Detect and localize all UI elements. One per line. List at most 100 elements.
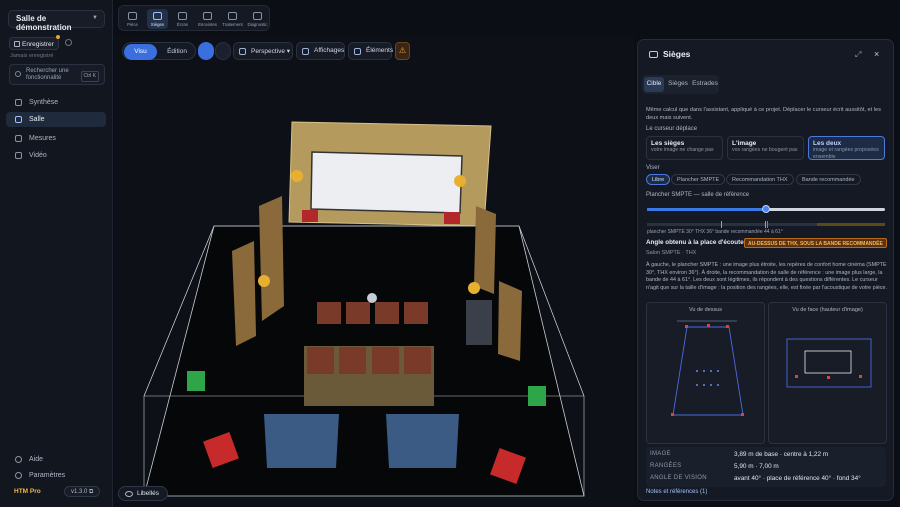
tool-traitement[interactable]: Traitement	[222, 9, 243, 29]
target-thx[interactable]: Recommandation THX	[726, 174, 794, 185]
choice-title: Les deux	[813, 140, 842, 147]
mode-toggle: Visu Édition	[122, 42, 196, 60]
version-text: v1.3.0	[71, 489, 88, 495]
chart-icon	[15, 135, 22, 142]
room-outline	[672, 326, 744, 416]
top-view-diagram: Vu de dessus	[646, 302, 765, 444]
nav-salle[interactable]: Salle	[6, 112, 106, 127]
nav-video[interactable]: Vidéo	[6, 148, 106, 163]
save-button[interactable]: Enregistrer	[9, 37, 59, 50]
angle-result: Angle obtenu à la place d'écoute : 40°	[646, 239, 759, 246]
nav-synthese[interactable]: Synthèse	[6, 95, 106, 110]
close-icon[interactable]: ×	[874, 49, 879, 59]
gear-icon	[15, 472, 22, 479]
measure-point	[454, 175, 466, 187]
target-text: Recommandation THX	[732, 177, 788, 183]
speaker-front-left	[302, 210, 318, 222]
cursor-label: Le curseur déplace	[646, 126, 698, 132]
side-panel-right-2	[498, 281, 522, 361]
target-text: Plancher SMPTE	[677, 177, 720, 183]
save-status: Jamais enregistré	[10, 53, 54, 59]
choice-title: Les sièges	[651, 140, 685, 147]
seat-icon	[153, 12, 162, 20]
tab-estrades[interactable]: Estrades	[692, 77, 718, 92]
choice-both[interactable]: Les deux image et rangées proposées ensem…	[808, 136, 885, 160]
labels-toggle-button[interactable]: Libellés	[118, 486, 169, 501]
perspective-dropdown[interactable]: Perspective ▾	[233, 42, 293, 60]
nav-mesures[interactable]: Mesures	[6, 131, 106, 146]
mode-edit-button[interactable]: Édition	[159, 44, 195, 60]
seats-panel: Sièges ⤢ × Cible Sièges Estrades Même ca…	[637, 39, 894, 501]
elements-label: Éléments	[366, 47, 394, 54]
explanation-text: À gauche, le plancher SMPTE : une image …	[646, 262, 888, 291]
expand-icon[interactable]: ⤢	[855, 50, 861, 60]
target-smpte[interactable]: Plancher SMPTE	[671, 174, 726, 185]
nav-help[interactable]: Aide	[6, 452, 106, 467]
tool-sieges[interactable]: Sièges	[147, 9, 168, 29]
mode-visu-button[interactable]: Visu	[124, 44, 157, 60]
room-scene[interactable]	[114, 36, 634, 507]
search-input[interactable]: Rechercher une fonctionnalité Ctrl K	[9, 64, 105, 85]
speaker-icon	[203, 12, 212, 20]
target-libre[interactable]: Libre	[646, 174, 671, 185]
screen-icon	[178, 12, 187, 20]
tool-label: Traitement	[222, 22, 243, 27]
wall-outline	[786, 338, 872, 388]
side-panel-right	[474, 206, 496, 294]
projection-screen	[310, 151, 463, 214]
elements-button[interactable]: Éléments	[348, 42, 394, 60]
tool-piece[interactable]: Pièce	[122, 9, 143, 29]
help-icon	[15, 456, 22, 463]
room-icon	[128, 12, 137, 20]
tool-label: Pièce	[127, 22, 138, 27]
nav-label: Mesures	[29, 135, 56, 142]
save-label: Enregistrer	[22, 41, 54, 48]
search-placeholder: Rechercher une fonctionnalité	[26, 68, 69, 81]
top-view-drawing	[671, 320, 744, 416]
tool-bar: Pièce Sièges Écran Enceintes Traitement …	[118, 5, 270, 31]
panel-description: Même calcul que dans l'assistant, appliq…	[646, 107, 881, 121]
speaker-sbr	[528, 386, 546, 406]
sync-icon[interactable]	[65, 39, 72, 46]
layers-icon	[302, 48, 309, 55]
choice-sub: image et rangées proposées ensemble	[813, 147, 879, 160]
notes-link[interactable]: Notes et références (1)	[646, 489, 707, 495]
tab-sieges[interactable]: Sièges	[666, 77, 690, 92]
nav-settings[interactable]: Paramètres	[6, 468, 106, 483]
perspective-label: Perspective	[251, 48, 285, 55]
labels-text: Libellés	[137, 490, 160, 497]
warning-icon[interactable]: ⚠	[395, 42, 410, 60]
version-badge[interactable]: v1.3.0 ⧉	[64, 486, 101, 497]
displays-button[interactable]: Affichages	[296, 42, 345, 60]
pencil-tool-button[interactable]	[215, 42, 231, 60]
seat-icon	[649, 51, 658, 58]
target-band[interactable]: Bande recommandée	[796, 174, 861, 185]
tab-cible[interactable]: Cible	[644, 77, 664, 92]
help-label: Aide	[29, 456, 44, 463]
speaker-marks	[795, 375, 862, 379]
move-tool-button[interactable]	[198, 42, 214, 60]
speaker-sbl	[187, 371, 205, 391]
speaker-front-right	[444, 212, 460, 224]
measure-point	[291, 170, 303, 182]
chevron-down-icon: ▼	[92, 15, 98, 21]
tool-diagnostic[interactable]: Diagnostic	[247, 9, 268, 29]
slider-handle[interactable]	[762, 205, 770, 213]
slider-label: Plancher SMPTE — salle de référence	[646, 192, 750, 198]
front-view-drawing	[786, 338, 872, 388]
choice-image[interactable]: L'image vos rangées ne bougent pas	[727, 136, 804, 160]
choice-sub: vos rangées ne bougent pas	[732, 147, 798, 153]
cube-icon	[15, 116, 22, 123]
info-key: ANGLE DE VISION	[650, 475, 707, 481]
salon-legend: Salon SMPTE · THX	[646, 250, 697, 256]
panel-title: Sièges	[663, 49, 691, 59]
3d-viewport[interactable]: Visu Édition Perspective ▾ Affichages Él…	[114, 36, 634, 507]
tab-label: Cible	[646, 80, 662, 87]
tool-enceintes[interactable]: Enceintes	[197, 9, 218, 29]
sidebar: Salle de démonstration ▼ Enregistrer Jama…	[0, 0, 113, 507]
tool-ecran[interactable]: Écran	[172, 9, 193, 29]
project-selector[interactable]: Salle de démonstration ▼	[8, 10, 105, 32]
screen-size-slider[interactable]	[647, 205, 885, 213]
choice-sieges[interactable]: Les sièges votre image ne change pas	[646, 136, 723, 160]
current-tick	[767, 221, 768, 228]
